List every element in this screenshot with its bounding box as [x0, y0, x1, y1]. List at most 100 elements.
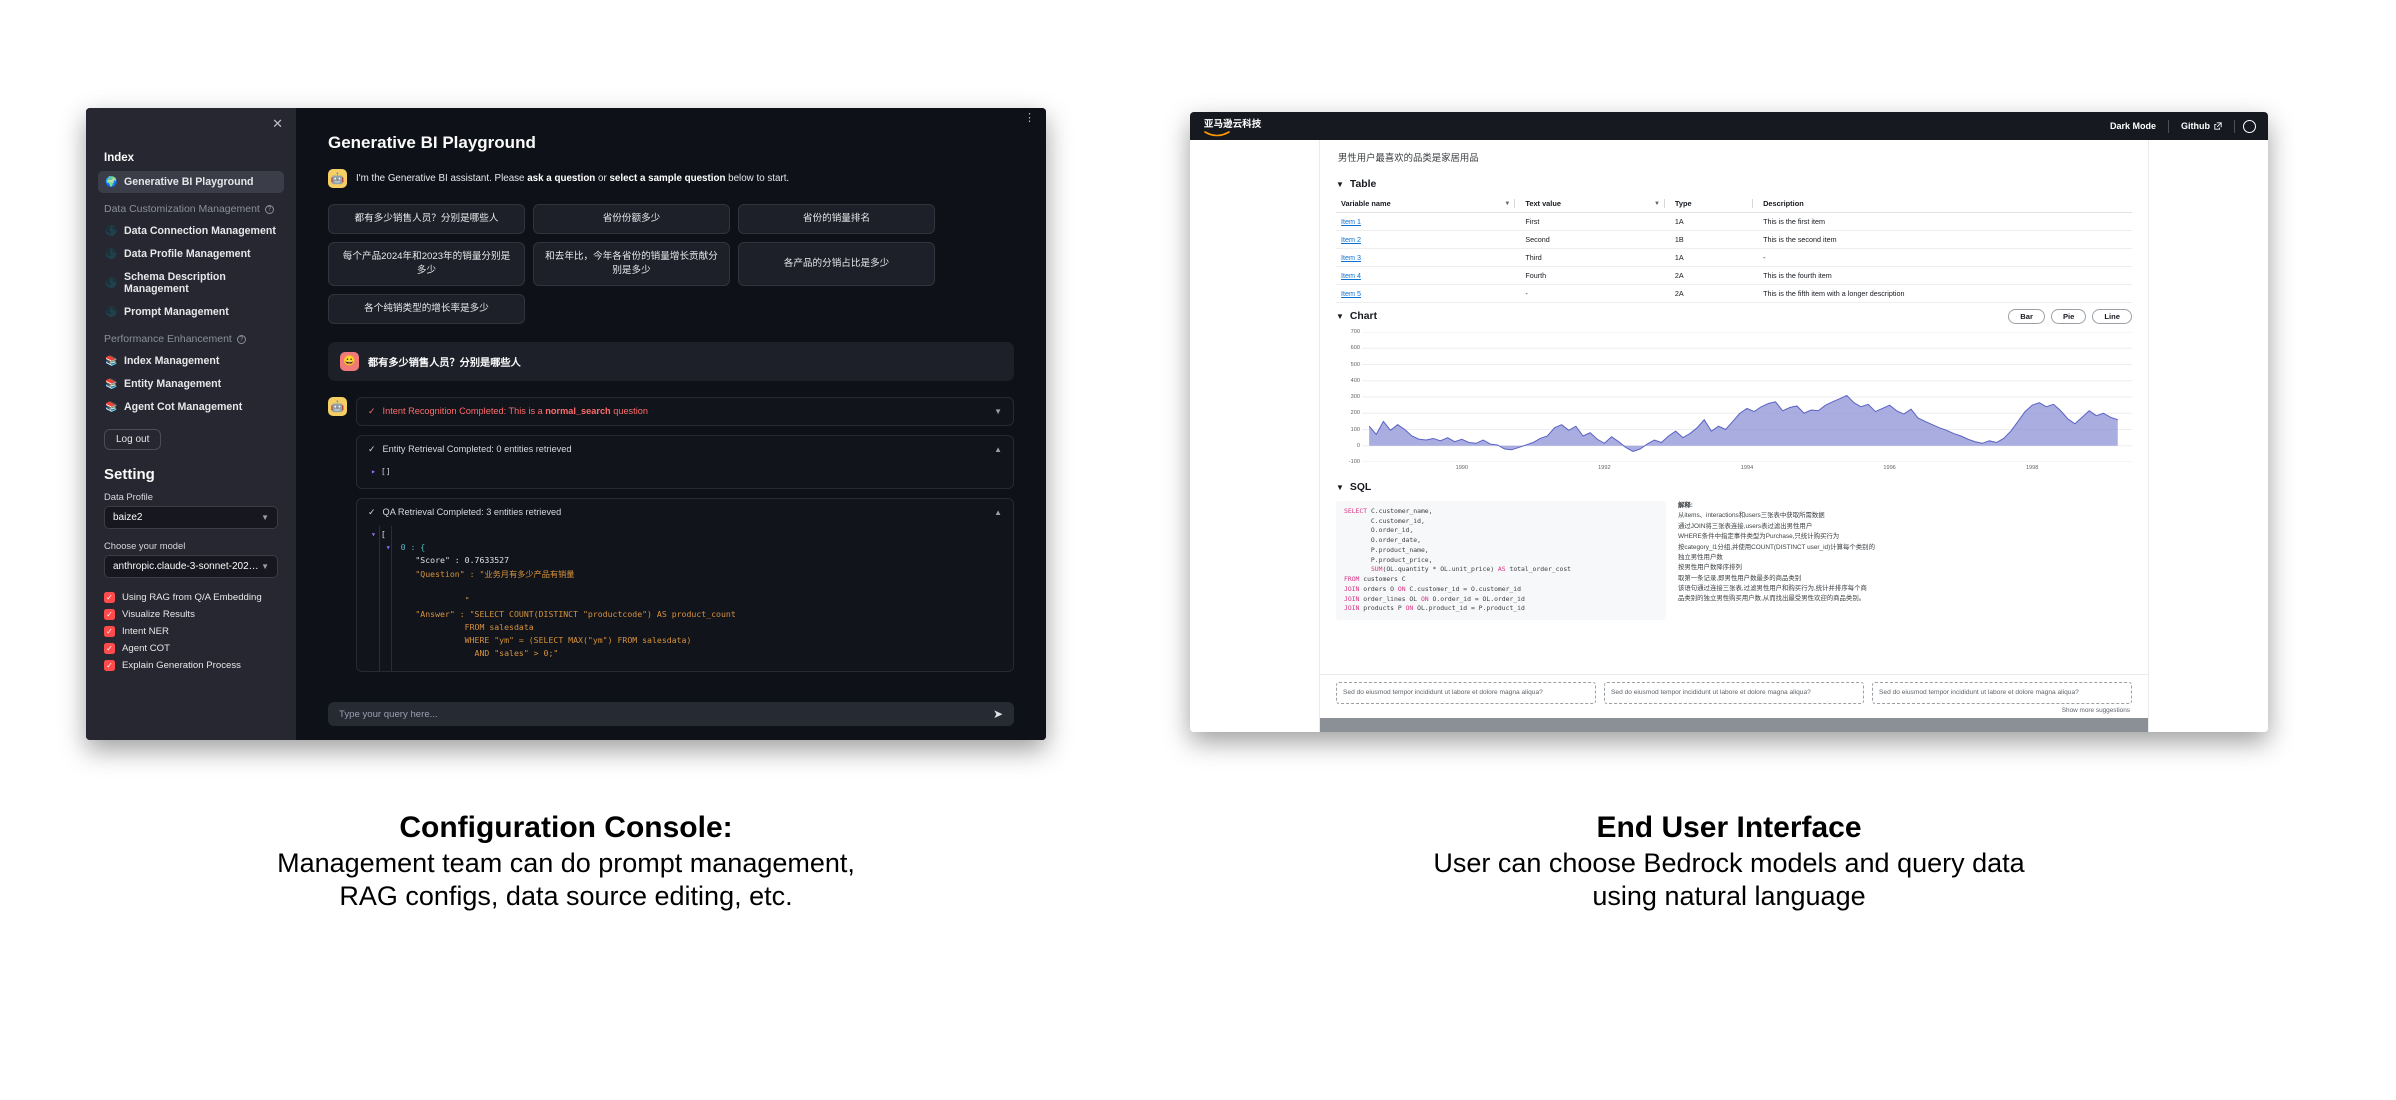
table-col-type[interactable]: Type	[1669, 196, 1759, 213]
row-link[interactable]: Item 1	[1341, 217, 1361, 226]
suggestion-card[interactable]: Sed do eiusmod tempor incididunt ut labo…	[1604, 682, 1864, 704]
sample-question-button[interactable]: 各个纯销类型的增长率是多少	[328, 293, 525, 324]
suggestion-card[interactable]: Sed do eiusmod tempor incididunt ut labo…	[1872, 682, 2132, 704]
send-icon[interactable]: ➤	[993, 707, 1003, 721]
github-link[interactable]: Github	[2169, 121, 2234, 131]
code-guide-line	[379, 525, 380, 671]
logout-button[interactable]: Log out	[104, 429, 162, 450]
checkbox-explain-generation-process[interactable]: ✓ Explain Generation Process	[86, 657, 296, 674]
chevron-down-icon[interactable]: ▼	[994, 407, 1002, 416]
data-profile-label: Data Profile	[104, 491, 153, 502]
chart-type-bar-button[interactable]: Bar	[2008, 309, 2045, 324]
query-input-wrapper[interactable]: ➤	[328, 702, 1014, 726]
chevron-down-icon: ▼	[261, 562, 269, 571]
checkbox-visualize-results[interactable]: ✓ Visualize Results	[86, 606, 296, 623]
sidebar-item-generative-bi-playground[interactable]: 🌍 Generative BI Playground	[98, 171, 284, 193]
cell-description: This is the first item	[1758, 212, 2132, 231]
step-header[interactable]: ✓ Entity Retrieval Completed: 0 entities…	[357, 436, 1013, 463]
cell-variable-name[interactable]: Item 2	[1336, 230, 1521, 249]
divider	[1663, 199, 1665, 208]
checkbox-intent-ner[interactable]: ✓ Intent NER	[86, 623, 296, 640]
table-col-text-value[interactable]: Text value ▼	[1520, 196, 1670, 213]
nav-section-label: Performance Enhancement	[104, 333, 232, 345]
table-head: Variable name ▼ Text value ▼ Type Descript…	[1336, 196, 2132, 213]
caption-line: User can choose Bedrock models and query…	[1433, 847, 2025, 878]
sidebar-item-label: Schema Description Management	[124, 271, 226, 295]
content-scroll-area[interactable]: 男性用户最喜欢的品类是家居用品 ▼ Table Variable name ▼ T…	[1320, 140, 2148, 674]
qa-retrieval-output: ▾ [ ▾ 0 : { "Score" : 0.7633527 "Questio…	[357, 525, 1013, 671]
cell-variable-name[interactable]: Item 3	[1336, 248, 1521, 267]
chart-type-pie-button[interactable]: Pie	[2050, 309, 2087, 324]
triangle-down-icon[interactable]: ▼	[1336, 180, 1344, 189]
help-icon[interactable]: ?	[264, 204, 274, 214]
explanation-line: 通过JOIN将三张表连接,users表过滤出男性用户	[1678, 522, 1813, 530]
sidebar-item-index-management[interactable]: 📚 Index Management	[98, 350, 284, 372]
cell-variable-name[interactable]: Item 4	[1336, 266, 1521, 285]
dark-mode-toggle[interactable]: Dark Mode	[2098, 121, 2168, 131]
explanation-heading: 解释:	[1678, 502, 1693, 509]
row-link[interactable]: Item 5	[1341, 289, 1361, 298]
sidebar-item-data-connection-management[interactable]: 🌑 Data Connection Management	[98, 220, 284, 242]
cell-variable-name[interactable]: Item 1	[1336, 212, 1521, 231]
model-select[interactable]: anthropic.claude-3-sonnet-202… ▼	[104, 555, 278, 578]
query-input[interactable]	[339, 708, 993, 720]
table-row: Item 3 Third 1A -	[1336, 248, 2132, 267]
sidebar-item-prompt-management[interactable]: 🌑 Prompt Management	[98, 301, 284, 323]
intro-mid: or	[595, 173, 610, 184]
books-icon: 📚	[105, 401, 118, 413]
query-input-bar: ➤	[296, 696, 1046, 740]
checkbox-agent-cot[interactable]: ✓ Agent COT	[86, 640, 296, 657]
step-header[interactable]: ✓ Intent Recognition Completed: This is …	[357, 398, 1013, 425]
sample-question-button[interactable]: 各产品的分销占比是多少	[738, 241, 935, 286]
suggestion-card[interactable]: Sed do eiusmod tempor incididunt ut labo…	[1336, 682, 1596, 704]
sample-question-button[interactable]: 省份的销量排名	[738, 204, 935, 234]
sample-question-button[interactable]: 和去年比，今年各省份的销量增长贡献分别是多少	[533, 241, 730, 286]
robot-avatar-icon: 🤖	[328, 169, 347, 188]
cell-type: 2A	[1669, 284, 1759, 303]
content-column: 男性用户最喜欢的品类是家居用品 ▼ Table Variable name ▼ T…	[1320, 140, 2148, 732]
code-line: "Answer" : "SELECT COUNT(DISTINCT "produ…	[395, 608, 736, 619]
sample-question-button[interactable]: 每个产品2024年和2023年的销量分别是多少	[328, 241, 525, 286]
data-profile-select[interactable]: baize2 ▼	[104, 506, 278, 529]
sample-question-button[interactable]: 省份份额多少	[533, 204, 730, 234]
x-tick-label: 1994	[1740, 465, 1754, 471]
sample-question-button[interactable]: 都有多少销售人员？分别是哪些人	[328, 204, 525, 234]
nav-section-performance-enhancement: Performance Enhancement ?	[98, 324, 284, 350]
sidebar-close-icon[interactable]: ✕	[86, 108, 296, 130]
help-icon[interactable]: ?	[236, 334, 246, 344]
triangle-down-icon[interactable]: ▼	[1336, 312, 1344, 321]
sort-icon: ▼	[1653, 200, 1660, 207]
more-vertical-icon[interactable]: ⋮	[1024, 113, 1035, 123]
user-message-text: 都有多少销售人员？分别是哪些人	[368, 357, 521, 369]
sidebar-item-data-profile-management[interactable]: 🌑 Data Profile Management	[98, 243, 284, 265]
cell-text-value: Fourth	[1520, 266, 1670, 285]
table-col-description[interactable]: Description	[1758, 196, 2132, 213]
gear-icon[interactable]	[2243, 119, 2256, 133]
cell-type: 1A	[1669, 212, 1759, 231]
row-link[interactable]: Item 3	[1341, 253, 1361, 262]
chevron-up-icon[interactable]: ▲	[994, 445, 1002, 454]
table-col-variable-name[interactable]: Variable name ▼	[1336, 196, 1521, 213]
triangle-down-icon[interactable]: ▼	[1336, 483, 1344, 492]
show-more-suggestions-link[interactable]: Show more suggestions	[1336, 704, 2132, 714]
cell-variable-name[interactable]: Item 5	[1336, 284, 1521, 303]
row-link[interactable]: Item 2	[1341, 235, 1361, 244]
github-label: Github	[2181, 121, 2210, 131]
sidebar-item-agent-cot-management[interactable]: 📚 Agent Cot Management	[98, 396, 284, 418]
console-topbar: ⋮	[296, 108, 1046, 129]
sidebar-item-schema-description-management[interactable]: 🌑 Schema Description Management	[98, 266, 284, 300]
chart-type-line-button[interactable]: Line	[2092, 309, 2132, 324]
books-icon: 📚	[105, 378, 118, 390]
chevron-up-icon[interactable]: ▲	[994, 508, 1002, 517]
sidebar-item-entity-management[interactable]: 📚 Entity Management	[98, 373, 284, 395]
step-header[interactable]: ✓ QA Retrieval Completed: 3 entities ret…	[357, 499, 1013, 526]
x-tick-label: 1996	[1883, 465, 1896, 471]
code-line: FROM salesdata	[395, 621, 534, 632]
cell-type: 1A	[1669, 248, 1759, 267]
checkbox-using-rag-from-qa-embedding[interactable]: ✓ Using RAG from Q/A Embedding	[86, 589, 296, 606]
chart-plot-area	[1362, 332, 2132, 462]
checkbox-label: Explain Generation Process	[122, 660, 241, 671]
console-scroll-area[interactable]: Generative BI Playground 🤖 I'm the Gener…	[296, 129, 1046, 696]
row-link[interactable]: Item 4	[1341, 271, 1361, 280]
sort-icon: ▼	[1504, 200, 1511, 207]
